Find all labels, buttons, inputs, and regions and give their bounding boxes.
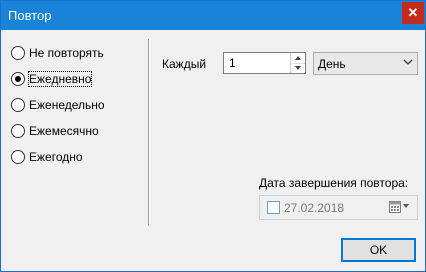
close-button[interactable]: ✕ bbox=[402, 2, 424, 24]
end-date-checkbox[interactable] bbox=[267, 201, 280, 214]
interval-unit-select[interactable]: День bbox=[313, 52, 418, 75]
spin-buttons bbox=[290, 53, 305, 73]
radio-weekly[interactable]: Еженедельно bbox=[11, 97, 105, 113]
radio-circle[interactable] bbox=[11, 72, 25, 86]
radio-label: Ежемесячно bbox=[29, 124, 99, 138]
close-icon: ✕ bbox=[407, 5, 419, 20]
end-date-picker[interactable]: 27.02.2018 bbox=[259, 195, 418, 220]
interval-value[interactable]: 1 bbox=[229, 56, 236, 70]
radio-label: Не повторять bbox=[29, 46, 104, 60]
radio-circle[interactable] bbox=[11, 124, 25, 138]
radio-label: Еженедельно bbox=[29, 98, 105, 112]
radio-monthly[interactable]: Ежемесячно bbox=[11, 123, 99, 139]
title-bar: Повтор ✕ bbox=[1, 1, 425, 30]
radio-circle[interactable] bbox=[11, 150, 25, 164]
window-title: Повтор bbox=[8, 8, 52, 23]
calendar-icon[interactable] bbox=[389, 200, 401, 213]
repeat-dialog: Повтор ✕ Не повторять Ежедневно Еженедел… bbox=[0, 0, 426, 272]
radio-circle[interactable] bbox=[11, 46, 25, 60]
radio-no-repeat[interactable]: Не повторять bbox=[11, 45, 104, 61]
radio-circle[interactable] bbox=[11, 98, 25, 112]
interval-spinbox[interactable]: 1 bbox=[223, 52, 306, 74]
radio-yearly[interactable]: Ежегодно bbox=[11, 149, 83, 165]
chevron-down-icon bbox=[403, 59, 413, 65]
ok-button[interactable]: OK bbox=[341, 238, 416, 262]
end-date-label: Дата завершения повтора: bbox=[259, 176, 409, 190]
chevron-down-icon[interactable] bbox=[403, 204, 409, 208]
radio-daily[interactable]: Ежедневно bbox=[11, 71, 93, 87]
radio-label: Ежегодно bbox=[29, 150, 83, 164]
every-label: Каждый bbox=[162, 57, 207, 71]
interval-unit-value: День bbox=[318, 57, 346, 71]
radio-label: Ежедневно bbox=[27, 71, 93, 87]
end-date-value: 27.02.2018 bbox=[284, 201, 345, 215]
spin-down-icon[interactable] bbox=[291, 63, 305, 73]
vertical-divider bbox=[148, 39, 150, 226]
